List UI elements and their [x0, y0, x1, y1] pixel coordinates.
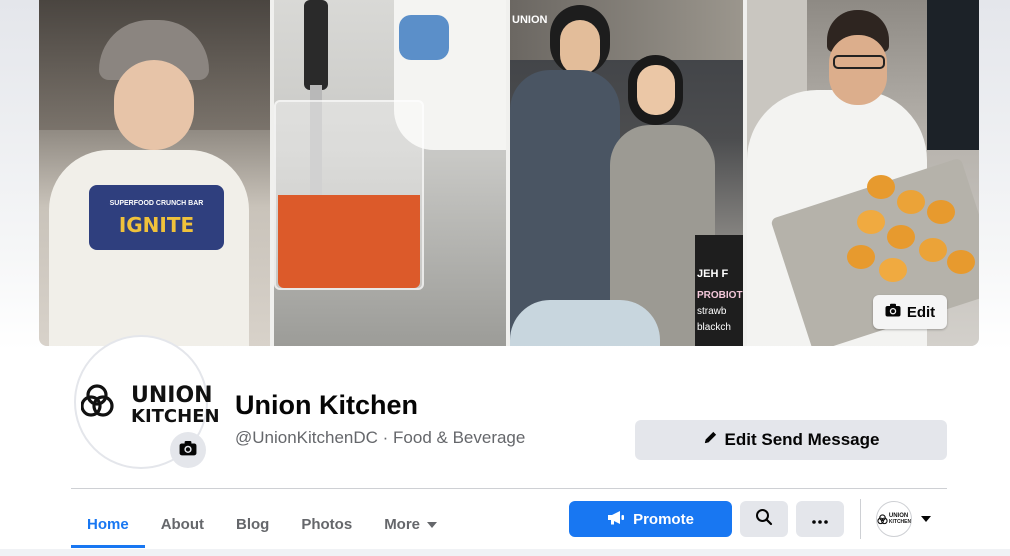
header-divider: [71, 488, 947, 489]
logo-text-bottom: KITCHEN: [131, 406, 220, 427]
ellipsis-icon: [812, 511, 828, 528]
tab-home[interactable]: Home: [71, 500, 145, 548]
bar-tagline: SUPERFOOD CRUNCH BAR: [109, 200, 204, 207]
edit-cover-label: Edit: [906, 303, 936, 321]
cover-panel-buns: [747, 0, 979, 346]
megaphone-icon: [607, 510, 625, 529]
search-button[interactable]: [740, 501, 788, 537]
tab-label: Photos: [301, 515, 353, 533]
feed-background: [0, 549, 1010, 556]
tab-label: Home: [87, 515, 129, 533]
cover-panel-ignite: SUPERFOOD CRUNCH BAR IGNITE: [39, 0, 270, 346]
edit-send-message-label: Edit Send Message: [724, 430, 880, 449]
account-switcher[interactable]: UNION KITCHEN: [876, 501, 938, 537]
tab-label: More: [384, 515, 421, 533]
sign-line-3: strawb: [697, 306, 727, 317]
caret-down-icon: [426, 516, 438, 533]
update-profile-picture-button[interactable]: [170, 432, 206, 468]
page-subtitle: @UnionKitchenDC · Food & Beverage: [235, 428, 526, 447]
page-tabs: Home About Blog Photos More: [71, 500, 454, 548]
promote-label: Promote: [633, 510, 694, 528]
mini-logo-bottom: KITCHEN: [888, 519, 912, 525]
cover-panel-couple: UNION JEH F PROBIOTI strawb blackch: [510, 0, 743, 346]
sign-line-4: blackch: [697, 322, 731, 333]
more-options-button[interactable]: [796, 501, 844, 537]
promote-button[interactable]: Promote: [569, 501, 732, 537]
tab-blog[interactable]: Blog: [220, 500, 285, 548]
logo-text-top: UNION: [131, 383, 213, 408]
cover-panel-blender: [274, 0, 506, 346]
tab-photos[interactable]: Photos: [285, 500, 368, 548]
tab-about[interactable]: About: [145, 500, 220, 548]
tab-more[interactable]: More: [368, 500, 454, 548]
pencil-icon: [703, 430, 718, 450]
sign-line-1: JEH F: [697, 268, 729, 280]
camera-icon: [179, 440, 197, 461]
mini-logo-circles: [877, 513, 888, 524]
cover-photo[interactable]: SUPERFOOD CRUNCH BAR IGNITE UNION JEH F …: [39, 0, 979, 346]
tab-label: Blog: [236, 515, 270, 533]
edit-send-message-button[interactable]: Edit Send Message: [635, 420, 947, 460]
camera-icon: [885, 303, 901, 321]
tab-label: About: [160, 515, 205, 533]
shop-sign: UNION: [512, 14, 548, 26]
search-icon: [755, 508, 773, 530]
actions-separator: [860, 499, 861, 539]
page-title: Union Kitchen: [235, 390, 418, 420]
edit-cover-button[interactable]: Edit: [873, 295, 947, 329]
bar-brand: IGNITE: [118, 213, 195, 237]
caret-down-icon: [920, 510, 932, 528]
account-avatar: UNION KITCHEN: [876, 501, 912, 537]
sign-line-2: PROBIOTI: [697, 290, 743, 301]
